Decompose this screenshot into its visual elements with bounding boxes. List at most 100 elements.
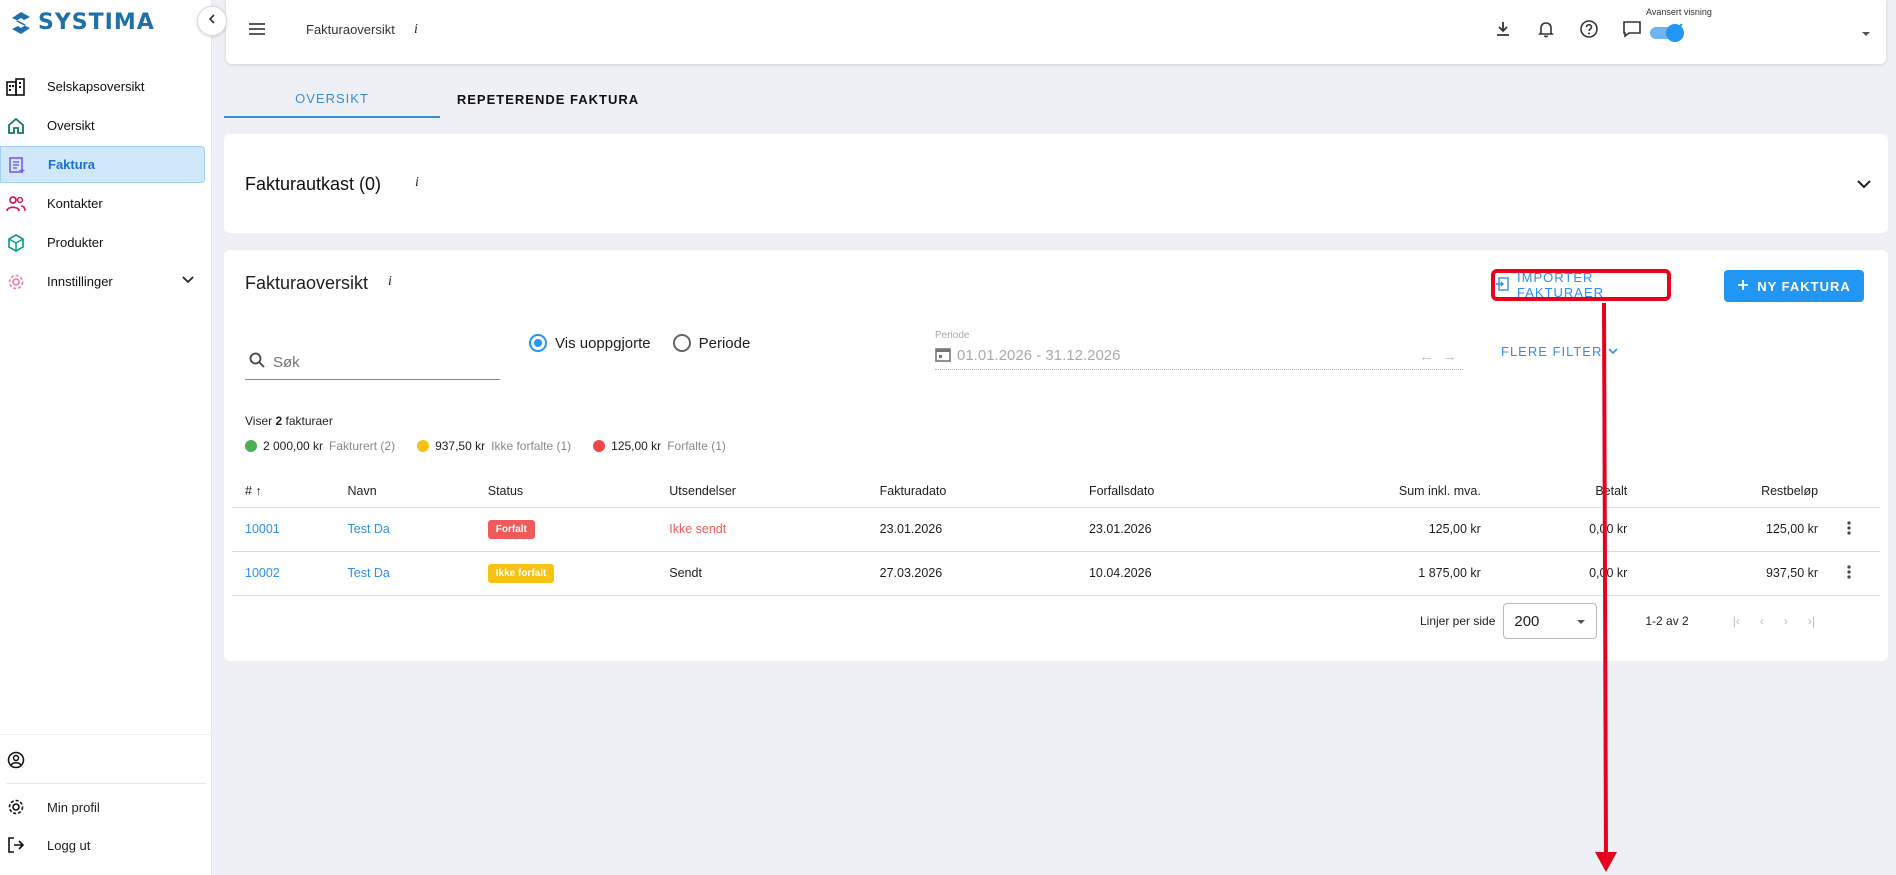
sort-arrow-up-icon: ↑ — [255, 483, 262, 498]
sidebar-item-label: Oversikt — [47, 118, 95, 133]
paid-value: 0,00 kr — [1480, 507, 1628, 552]
chevron-left-icon — [206, 12, 218, 30]
rest-value: 937,50 kr — [1627, 551, 1819, 596]
tabs: OVERSIKT REPETERENDE FAKTURA — [224, 80, 656, 118]
logo-text: SYSTIMA — [38, 10, 155, 35]
people-icon — [6, 194, 26, 214]
chevron-down-icon[interactable] — [181, 272, 195, 289]
radio-unsettled[interactable]: Vis uoppgjorte — [529, 334, 651, 352]
col-due-date[interactable]: Forfallsdato — [1088, 475, 1296, 508]
more-filters-label: FLERE FILTER — [1501, 344, 1603, 359]
sidebar-item-selskapsoversikt[interactable]: Selskapsoversikt — [0, 68, 205, 105]
tab-repeterende-faktura[interactable]: REPETERENDE FAKTURA — [440, 80, 656, 118]
section-title: Fakturaoversikt — [245, 273, 369, 293]
tab-oversikt[interactable]: OVERSIKT — [224, 80, 440, 118]
drafts-panel[interactable]: Fakturautkast (0) i — [224, 134, 1888, 233]
menu-icon[interactable] — [248, 20, 266, 43]
rows-per-page-label: Linjer per side — [1420, 614, 1496, 628]
customer-link[interactable]: Test Da — [348, 522, 390, 536]
import-invoices-button[interactable]: IMPORTER FAKTURAER — [1491, 269, 1671, 301]
divider — [6, 783, 206, 784]
chevron-down-icon[interactable] — [1856, 176, 1872, 197]
logo[interactable]: SYSTIMA — [10, 10, 155, 35]
sending-status: Sendt — [669, 566, 702, 580]
sidebar-item-produkter[interactable]: Produkter — [0, 224, 205, 261]
yellow-dot — [417, 440, 430, 452]
table-row[interactable]: 10001 Test Da Forfalt Ikke sendt 23.01.2… — [232, 507, 1880, 552]
paid-value: 0,00 kr — [1480, 551, 1628, 596]
invoice-overview-panel: Fakturaoversikt i IMPORTER FAKTURAER NY … — [224, 250, 1888, 661]
sidebar-item-faktura[interactable]: Faktura — [0, 146, 205, 183]
sidebar-item-label: Selskapsoversikt — [47, 79, 145, 94]
bell-icon[interactable] — [1535, 18, 1557, 40]
drafts-title: Fakturautkast (0) — [245, 174, 382, 194]
customer-link[interactable]: Test Da — [348, 566, 390, 580]
next-page-icon[interactable]: › — [1784, 614, 1788, 628]
search-input[interactable] — [273, 354, 473, 371]
arrow-right-icon[interactable]: → — [1442, 348, 1457, 365]
sum-value: 125,00 kr — [1295, 507, 1481, 552]
col-status[interactable]: Status — [487, 475, 670, 508]
invoice-number-link[interactable]: 10001 — [245, 522, 280, 536]
min-profil-label: Min profil — [47, 799, 100, 815]
legend-amount: 2 000,00 kr — [263, 439, 324, 453]
showing-count: Viser 2 fakturaer — [245, 414, 333, 428]
chat-icon[interactable] — [1621, 18, 1643, 40]
sidebar-item-oversikt[interactable]: Oversikt — [0, 107, 205, 144]
new-invoice-button[interactable]: NY FAKTURA — [1724, 270, 1864, 302]
sidebar-item-label: Faktura — [48, 157, 95, 172]
more-vert-icon[interactable] — [1818, 551, 1880, 596]
info-icon[interactable]: i — [415, 175, 419, 191]
plus-icon — [1737, 279, 1749, 294]
radio-circle — [529, 334, 547, 352]
min-profil-item[interactable]: Min profil — [0, 788, 212, 826]
legend-amount: 125,00 kr — [611, 439, 662, 453]
first-page-icon[interactable]: |‹ — [1733, 614, 1740, 628]
summary-legend: 2 000,00 kr Fakturert (2) 937,50 kr Ikke… — [245, 439, 726, 453]
radio-period[interactable]: Periode — [672, 334, 751, 352]
last-page-icon[interactable]: ›| — [1808, 614, 1815, 628]
table-header-row: # ↑ Navn Status Utsendelser Fakturadato … — [232, 475, 1880, 508]
col-rest[interactable]: Restbeløp — [1627, 475, 1819, 508]
gear-icon — [6, 797, 26, 817]
calendar-icon — [935, 346, 951, 366]
col-paid[interactable]: Betalt — [1480, 475, 1628, 508]
logout-item[interactable]: Logg ut — [0, 826, 212, 864]
new-invoice-label: NY FAKTURA — [1757, 278, 1851, 294]
showing-number: 2 — [275, 414, 283, 428]
prev-page-icon[interactable]: ‹ — [1760, 614, 1764, 628]
col-sending[interactable]: Utsendelser — [669, 475, 880, 508]
legend-amount: 937,50 kr — [435, 439, 486, 453]
more-filters-button[interactable]: FLERE FILTER — [1501, 344, 1618, 359]
col-invoice-date[interactable]: Fakturadato — [879, 475, 1089, 508]
legend-label: Ikke forfalte (1) — [491, 439, 572, 453]
sidebar-item-kontakter[interactable]: Kontakter — [0, 185, 205, 222]
radio-label: Periode — [698, 334, 751, 352]
due-date: 23.01.2026 — [1088, 507, 1296, 552]
period-field[interactable]: 01.01.2026 - 31.12.2026 ← → — [935, 342, 1463, 370]
rows-per-page-select[interactable]: 200 — [1503, 603, 1598, 639]
sidebar-item-label: Innstillinger — [47, 274, 113, 289]
building-icon — [6, 77, 26, 97]
box-icon — [6, 233, 26, 253]
help-icon[interactable] — [1578, 18, 1600, 40]
col-name[interactable]: Navn — [347, 475, 488, 508]
invoice-number-link[interactable]: 10002 — [245, 566, 280, 580]
home-icon — [6, 116, 26, 136]
info-icon[interactable]: i — [388, 274, 392, 290]
arrow-left-icon[interactable]: ← — [1419, 348, 1434, 365]
sidebar-item-innstillinger[interactable]: Innstillinger — [0, 263, 205, 300]
download-icon[interactable] — [1492, 18, 1514, 40]
showing-suffix: fakturaer — [285, 414, 333, 428]
legend-invoiced: 2 000,00 kr Fakturert (2) — [245, 439, 395, 453]
advanced-view-toggle[interactable] — [1650, 24, 1684, 42]
table-row[interactable]: 10002 Test Da Ikke forfalt Sendt 27.03.2… — [232, 551, 1880, 596]
account-item[interactable] — [0, 741, 212, 779]
rows-per-page-value: 200 — [1514, 612, 1540, 630]
caret-down-icon[interactable] — [1860, 26, 1872, 44]
col-number[interactable]: # ↑ — [232, 475, 348, 508]
info-icon[interactable]: i — [414, 22, 418, 38]
more-vert-icon[interactable] — [1818, 507, 1880, 552]
collapse-sidebar-button[interactable] — [197, 6, 227, 36]
col-sum[interactable]: Sum inkl. mva. — [1295, 475, 1481, 508]
